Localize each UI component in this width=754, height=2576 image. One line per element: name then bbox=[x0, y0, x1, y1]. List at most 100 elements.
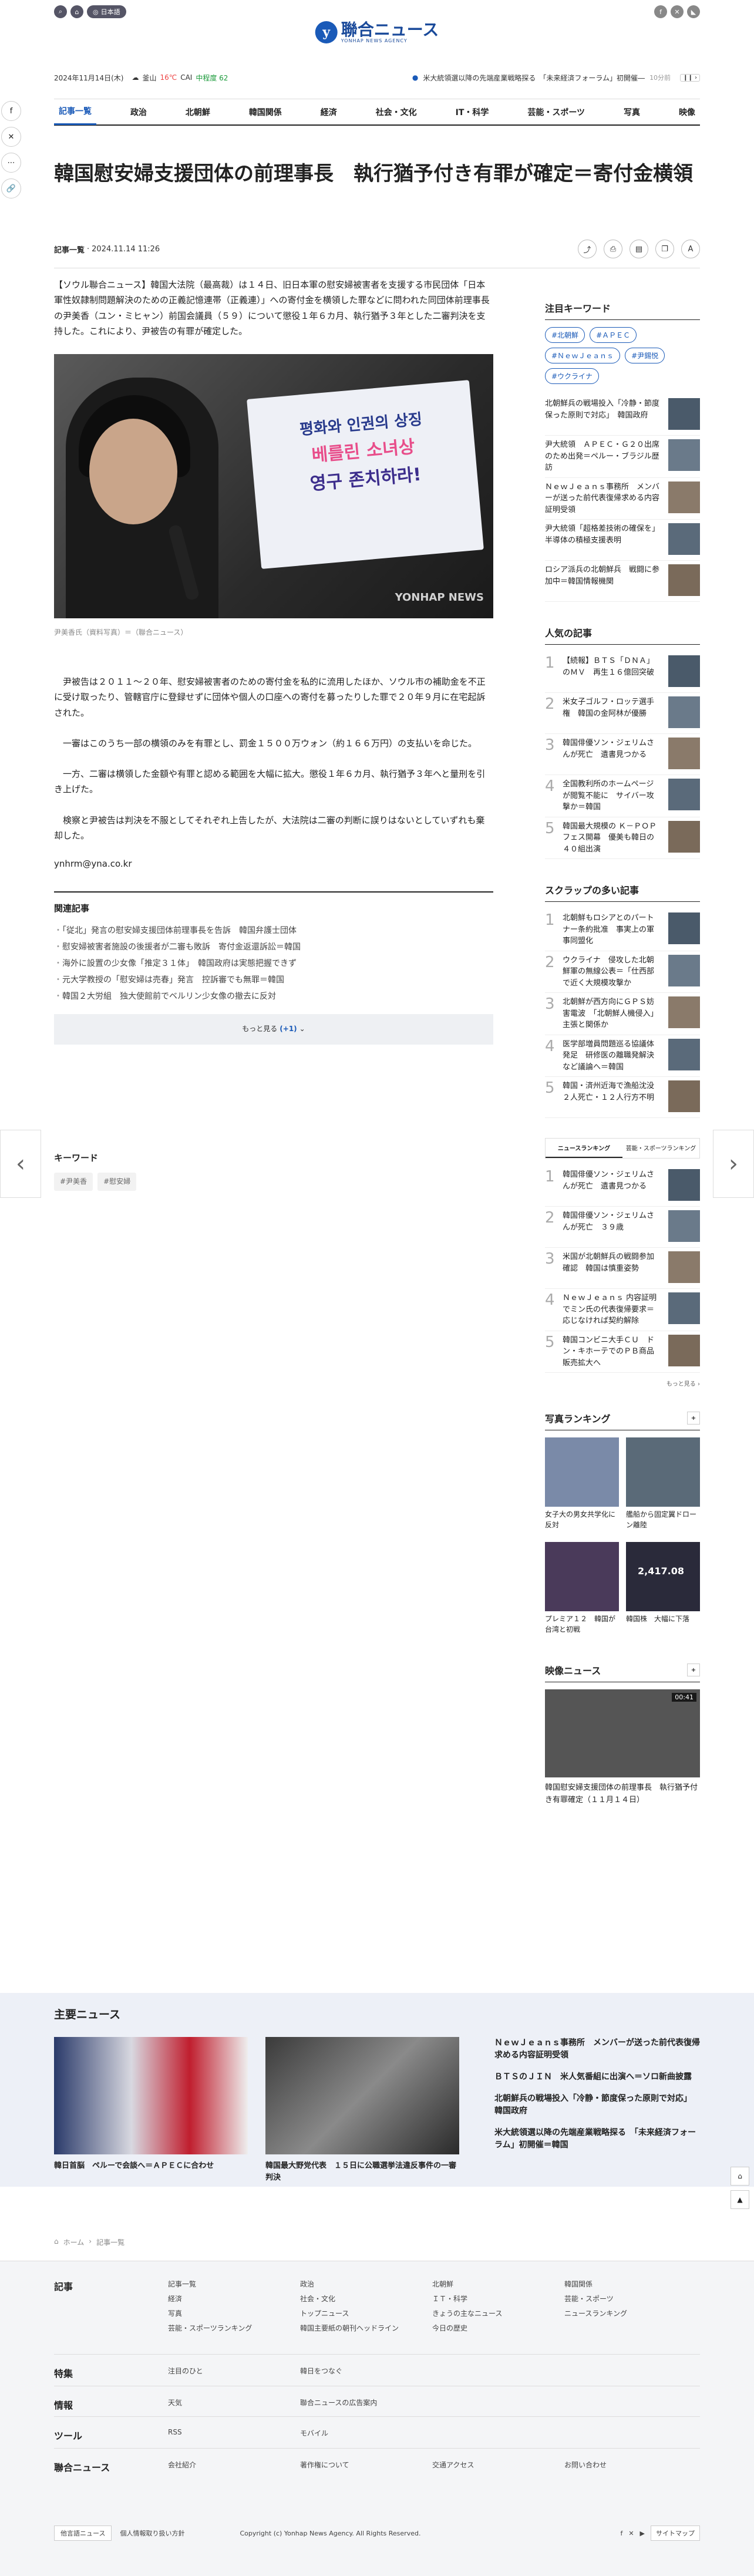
footer-link[interactable]: 北朝鮮 bbox=[432, 2279, 564, 2289]
article-category[interactable]: 記事一覧 bbox=[54, 244, 85, 255]
list-item[interactable]: 5 韓国コンビニ大手ＣＵ ドン・キホーテでのＰＢ商品販売拡大へ bbox=[545, 1331, 700, 1373]
youtube-icon[interactable]: ▶ bbox=[640, 2530, 645, 2537]
list-item[interactable]: 2 米女子ゴルフ・ロッテ選手権 韓国の金阿林が優勝 bbox=[545, 693, 700, 734]
photo-ranking-item[interactable]: プレミア１２ 韓国が台湾と初戦 bbox=[545, 1542, 619, 1639]
footer-link[interactable]: ＩＴ・科学 bbox=[432, 2294, 564, 2304]
list-item[interactable]: 4 全国教利所のホームページが閲覧不能に サイバー攻撃か＝韓国 bbox=[545, 775, 700, 817]
x-icon[interactable]: ✕ bbox=[628, 2530, 634, 2537]
related-item[interactable]: 慰安婦被害者施設の後援者が二審も敗訴 寄付金返還訴訟＝韓国 bbox=[54, 939, 493, 955]
footer-link[interactable]: 芸能・スポーツ bbox=[564, 2294, 696, 2304]
photo-ranking-item[interactable]: 女子大の男女共学化に反対 bbox=[545, 1437, 619, 1535]
nav-item[interactable]: IT・科学 bbox=[451, 99, 494, 125]
list-item[interactable]: 2 ウクライナ 侵攻した北朝鮮軍の無線公表＝「仕西部で近く大規模攻撃か bbox=[545, 951, 700, 993]
list-item[interactable]: 1 韓国俳優ソン・ジェリムさんが死亡 遺書見つかる bbox=[545, 1166, 700, 1207]
hot-keyword-tag[interactable]: #ウクライナ bbox=[545, 368, 599, 384]
scrap-icon[interactable]: ▤ bbox=[630, 240, 648, 258]
footer-link[interactable]: 芸能・スポーツランキング bbox=[168, 2323, 300, 2333]
video-thumbnail[interactable]: 00:41 bbox=[545, 1689, 700, 1777]
footer-link[interactable]: 記事一覧 bbox=[168, 2279, 300, 2289]
footer-link[interactable]: 天気 bbox=[168, 2397, 300, 2412]
list-item[interactable]: 3 北朝鮮が西方向にＧＰＳ妨害電波 「北朝鮮人機侵入」主張と関係か bbox=[545, 993, 700, 1035]
news-ticker[interactable]: ● 米大統領選以降の先端産業戦略探る 「未来経済フォーラム」初開催― 10分前 … bbox=[412, 73, 700, 83]
prev-article-arrow[interactable]: ‹ bbox=[0, 1130, 41, 1198]
related-item[interactable]: 元大学教授の「慰安婦は売春」発言 控訴審でも無罪＝韓国 bbox=[54, 972, 493, 988]
footer-link[interactable]: 著作権について bbox=[300, 2460, 432, 2474]
footer-link[interactable]: 写真 bbox=[168, 2308, 300, 2318]
footer-link[interactable]: 韓国関係 bbox=[564, 2279, 696, 2289]
photo-ranking-item[interactable]: 2,417.08 韓国株 大幅に下落 bbox=[626, 1542, 700, 1639]
x-share-icon[interactable]: ✕ bbox=[1, 127, 21, 147]
article-photo[interactable]: 평화와 인권의 상징 베를린 소녀상 영구 존치하라! YONHAP NEWS bbox=[54, 354, 493, 618]
plus-icon[interactable]: + bbox=[687, 1412, 700, 1425]
back-to-top-icon[interactable]: ▲ bbox=[731, 2190, 749, 2209]
major-news-card[interactable]: 韓日首脳 ペルーで会談へ＝ＡＰＥＣに合わせ bbox=[54, 2037, 248, 2183]
other-language-select[interactable]: 他言語ニュース bbox=[54, 2526, 112, 2541]
list-item[interactable]: ロシア派兵の北朝鮮兵 戦闘に参加中＝韓国情報機関 bbox=[545, 561, 700, 602]
more-share-icon[interactable]: ⋯ bbox=[1, 153, 21, 173]
major-news-list-item[interactable]: 米大統領選以降の先端産業戦略探る 「未来経済フォーラム」初開催＝韓国 bbox=[494, 2127, 700, 2151]
nav-item[interactable]: 映像 bbox=[674, 99, 700, 125]
font-size-icon[interactable]: A bbox=[681, 240, 700, 258]
footer-link[interactable]: RSS bbox=[168, 2428, 300, 2442]
footer-link[interactable]: 注目のひと bbox=[168, 2366, 300, 2380]
more-button[interactable]: もっと見る (+1) ⌄ bbox=[54, 1013, 493, 1045]
list-item[interactable]: 3 韓国俳優ソン・ジェリムさんが死亡 遺書見つかる bbox=[545, 734, 700, 775]
list-item[interactable]: 1 北朝鮮もロシアとのパートナー条約批准 事実上の軍事同盟化 bbox=[545, 909, 700, 951]
footer-link[interactable]: 経済 bbox=[168, 2294, 300, 2304]
home-icon[interactable]: ⌂ bbox=[731, 2167, 749, 2186]
nav-item[interactable]: 記事一覧 bbox=[54, 99, 96, 125]
list-item[interactable]: 5 韓国最大規模の Ｋ－ＰＯＰフェス開幕 優美も韓日の４０組出演 bbox=[545, 817, 700, 859]
nav-item[interactable]: 写真 bbox=[619, 99, 645, 125]
footer-link[interactable]: 会社紹介 bbox=[168, 2460, 300, 2474]
list-item[interactable]: 1 【続報】ＢＴＳ「ＤＮＡ」のＭＶ 再生１６億回突破 bbox=[545, 652, 700, 693]
list-item[interactable]: 北朝鮮兵の戦場投入「冷静・節度保った原則で対応」 韓国政府 bbox=[545, 395, 700, 436]
list-item[interactable]: 2 韓国俳優ソン・ジェリムさんが死亡 ３９歳 bbox=[545, 1207, 700, 1248]
footer-link[interactable]: きょうの主なニュース bbox=[432, 2308, 564, 2318]
major-news-card[interactable]: 韓国最大野党代表 １５日に公職選挙法違反事件の一審判決 bbox=[265, 2037, 459, 2183]
keyword-tag[interactable]: #尹美香 bbox=[54, 1172, 93, 1191]
keyword-tag[interactable]: #慰安婦 bbox=[97, 1172, 137, 1191]
facebook-share-icon[interactable]: f bbox=[1, 101, 21, 121]
nav-item[interactable]: 社会・文化 bbox=[371, 99, 422, 125]
list-item[interactable]: 尹大統領「超格差技術の確保を」 半導体の積極支援表明 bbox=[545, 520, 700, 561]
next-article-arrow[interactable]: › bbox=[713, 1130, 754, 1198]
related-item[interactable]: 海外に設置の少女像「推定３１体」 韓国政府は実態把握できず bbox=[54, 955, 493, 972]
photo-ranking-item[interactable]: 艦船から固定翼ドローン離陸 bbox=[626, 1437, 700, 1535]
footer-link[interactable]: 社会・文化 bbox=[300, 2294, 432, 2304]
rss-icon[interactable]: ◣ bbox=[687, 5, 700, 18]
major-news-list-item[interactable]: 北朝鮮兵の戦場投入「冷静・節度保った原則で対応」 韓国政府 bbox=[494, 2093, 700, 2117]
weather-widget[interactable]: ☁ 釜山 16℃ CAI 中程度 62 bbox=[132, 73, 228, 83]
related-item[interactable]: 「従北」発言の慰安婦支援団体前理事長を告訴 韓国弁護士団体 bbox=[54, 922, 493, 939]
nav-item[interactable]: 経済 bbox=[316, 99, 342, 125]
footer-link[interactable]: 韓国主要紙の朝刊ヘッドライン bbox=[300, 2323, 432, 2333]
nav-item[interactable]: 北朝鮮 bbox=[181, 99, 215, 125]
footer-link[interactable]: 聯合ニュースの広告案内 bbox=[300, 2397, 432, 2412]
home-icon[interactable]: ⌂ bbox=[70, 5, 83, 18]
language-select[interactable]: ◎ 日本語 bbox=[87, 5, 126, 18]
list-item[interactable]: 3 米国が北朝鮮兵の戦闘参加確認 韓国は慎重姿勢 bbox=[545, 1248, 700, 1289]
list-item[interactable]: 4 医学部増員問題巡る協議体発足 研修医の離職発解決など議論へ＝韓国 bbox=[545, 1035, 700, 1077]
footer-link[interactable]: お問い合わせ bbox=[564, 2460, 696, 2474]
hot-keyword-tag[interactable]: #尹錫悦 bbox=[625, 348, 665, 363]
list-item[interactable]: 5 韓国・済州近海で漁船沈没 ２人死亡・１２人行方不明 bbox=[545, 1077, 700, 1118]
footer-link[interactable]: 今日の歴史 bbox=[432, 2323, 564, 2333]
copy-icon[interactable]: ❐ bbox=[655, 240, 674, 258]
x-icon[interactable]: ✕ bbox=[671, 5, 684, 18]
list-item[interactable]: 4 ＮｅｗＪｅａｎｓ 内容証明でミン氏の代表復帰要求＝応じなければ契約解除 bbox=[545, 1289, 700, 1331]
share-icon[interactable]: ⤴ bbox=[578, 240, 597, 258]
video-title[interactable]: 韓国慰安婦支援団体の前理事長 執行猶予付き有罪確定（１１月１４日） bbox=[545, 1782, 700, 1807]
facebook-icon[interactable]: f bbox=[654, 5, 667, 18]
related-item[interactable]: 韓国２大労組 独大使館前でベルリン少女像の撤去に反対 bbox=[54, 988, 493, 1005]
hot-keyword-tag[interactable]: #ＡＰＥＣ bbox=[590, 327, 637, 343]
footer-link[interactable]: 交通アクセス bbox=[432, 2460, 564, 2474]
privacy-link[interactable]: 個人情報取り扱い方針 bbox=[120, 2528, 184, 2538]
nav-item[interactable]: 芸能・スポーツ bbox=[523, 99, 590, 125]
major-news-list-item[interactable]: ＢＴＳのＪＩＮ 米人気番組に出演へ＝ソロ新曲披露 bbox=[494, 2071, 700, 2083]
print-icon[interactable]: ⎙ bbox=[604, 240, 622, 258]
tab-entertainment-ranking[interactable]: 芸能・スポーツランキング bbox=[622, 1139, 699, 1158]
facebook-icon[interactable]: f bbox=[620, 2530, 622, 2537]
hot-keyword-tag[interactable]: #北朝鮮 bbox=[545, 327, 585, 343]
nav-item[interactable]: 韓国関係 bbox=[244, 99, 287, 125]
nav-item[interactable]: 政治 bbox=[126, 99, 152, 125]
ticker-pager[interactable]: ❙❙ › bbox=[680, 73, 700, 82]
